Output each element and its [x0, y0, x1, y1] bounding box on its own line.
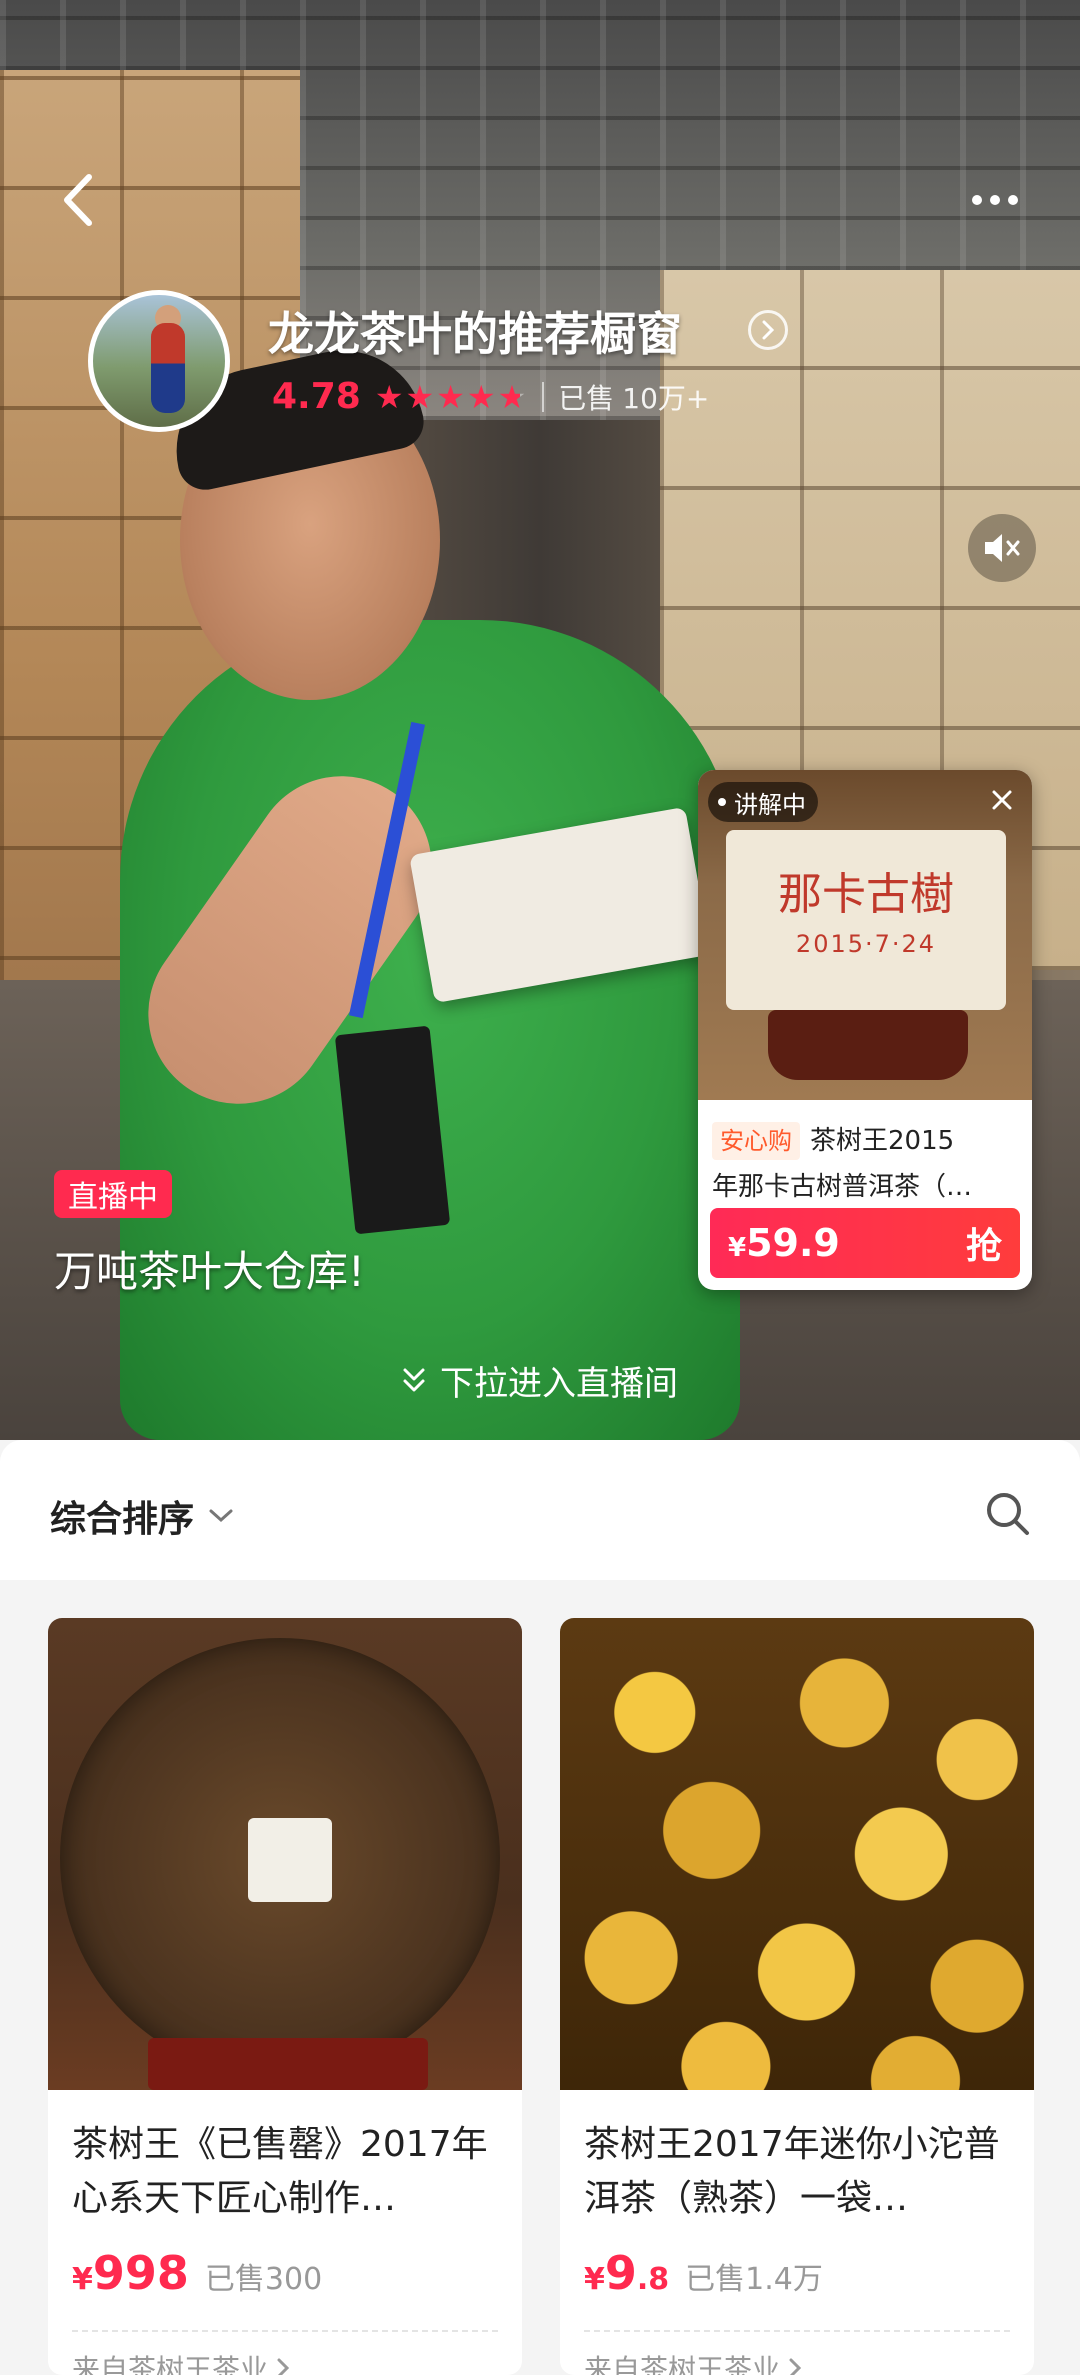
sort-label: 综合排序 [50, 1499, 195, 1540]
price-integer: 9 [604, 2246, 637, 2300]
sold-label: 已售 [558, 381, 615, 415]
buy-button[interactable]: ¥59.9 抢 [710, 1208, 1020, 1278]
explaining-label: 讲解中 [734, 790, 806, 819]
more-dots-icon [972, 195, 982, 205]
chevron-right-icon [762, 320, 775, 340]
title-line-1: 茶树王2015 [810, 1126, 955, 1156]
sold-count: 已售1.4万 [685, 2262, 823, 2297]
explaining-status: 讲解中 [708, 782, 818, 822]
close-icon [992, 790, 1012, 810]
star-icon: ★ [374, 377, 404, 416]
star-icon: ★ [405, 377, 435, 416]
featured-product-card[interactable]: 那卡古樹 2015·7·24 讲解中 安心购 茶树王2015 年那卡古树普洱茶（…… [698, 770, 1032, 1290]
back-button[interactable] [48, 160, 108, 240]
sold-value: 10万+ [622, 381, 710, 415]
shop-header[interactable]: 龙龙茶叶的推荐橱窗 4.78 ★ ★ ★ ★ ★ 已售 10万+ [88, 290, 788, 440]
more-button[interactable] [950, 180, 1040, 220]
display-stand [148, 2038, 428, 2090]
tea-brick-image: 那卡古樹 2015·7·24 [726, 830, 1006, 1010]
featured-product-title[interactable]: 安心购 茶树王2015 年那卡古树普洱茶（… [712, 1118, 1018, 1210]
price-row: ¥ 9 .8 已售1.4万 [584, 2246, 823, 2300]
streamer-figure [113, 620, 740, 1440]
title-line-2: 年那卡古树普洱茶（… [712, 1172, 973, 1202]
divider [542, 381, 545, 412]
live-preview[interactable]: 龙龙茶叶的推荐橱窗 4.78 ★ ★ ★ ★ ★ 已售 10万+ 直播中 万吨茶… [0, 0, 1080, 1440]
price-integer: 998 [92, 2246, 189, 2300]
tea-cake [60, 1638, 500, 2078]
star-icon: ★ [466, 377, 496, 416]
shop-arrow-icon[interactable] [748, 310, 788, 350]
brick-date: 2015·7·24 [795, 930, 937, 958]
divider [584, 2330, 1010, 2332]
star-icon: ★ [436, 377, 465, 416]
live-badge: 直播中 [54, 1170, 172, 1218]
sort-bar: 综合排序 [0, 1440, 1080, 1580]
double-chevron-down-icon [403, 1368, 425, 1391]
divider [72, 2330, 498, 2332]
search-icon [987, 1493, 1029, 1535]
brick-label: 那卡古樹 [778, 869, 954, 920]
avatar[interactable] [88, 290, 230, 432]
pull-to-enter-hint[interactable]: 下拉进入直播间 [0, 1356, 1080, 1405]
rating-stars: ★ ★ ★ ★ ★ [375, 381, 526, 413]
tea-cake-label [248, 1818, 332, 1902]
featured-price: 59.9 [746, 1221, 840, 1265]
more-dots-icon [1008, 195, 1018, 205]
shop-name[interactable]: 龙龙茶叶的推荐橱窗 [268, 298, 682, 364]
product-image[interactable] [560, 1618, 1034, 2090]
price-row: ¥ 998 已售300 [72, 2246, 322, 2300]
grab-label: 抢 [965, 1226, 1002, 1267]
price-decimal: .8 [636, 2262, 670, 2297]
product-title[interactable]: 茶树王2017年迷你小沱普洱茶（熟茶）一袋… [584, 2118, 1014, 2226]
more-dots-icon [990, 195, 1000, 205]
status-dot-icon [718, 798, 726, 806]
price-symbol: ¥ [728, 1233, 747, 1263]
rating-score: 4.78 [272, 376, 361, 417]
star-half-icon: ★ [497, 377, 527, 416]
mute-button[interactable] [968, 514, 1036, 582]
live-title: 万吨茶叶大仓库! [54, 1247, 365, 1296]
product-card[interactable]: 茶树王2017年迷你小沱普洱茶（熟茶）一袋… ¥ 9 .8 已售1.4万 来自茶… [560, 1618, 1034, 2375]
source-label: 来自茶树王茶业 [72, 2353, 269, 2375]
sort-dropdown[interactable]: 综合排序 [50, 1490, 234, 1542]
close-button[interactable] [982, 780, 1022, 820]
product-card[interactable]: 茶树王《已售罄》2017年心系天下匠心制作… ¥ 998 已售300 来自茶树王… [48, 1618, 522, 2375]
pull-hint-label: 下拉进入直播间 [440, 1364, 678, 1404]
shop-source-link[interactable]: 来自茶树王茶业 [584, 2348, 802, 2375]
avatar-figure [151, 323, 185, 413]
price-symbol: ¥ [584, 2262, 605, 2297]
rating-row: 4.78 ★ ★ ★ ★ ★ 已售 10万+ [272, 376, 709, 417]
display-stand [768, 1010, 968, 1080]
chevron-right-icon [789, 2358, 802, 2375]
product-image[interactable] [48, 1618, 522, 2090]
chevron-down-icon [209, 1509, 233, 1523]
shop-source-link[interactable]: 来自茶树王茶业 [72, 2348, 290, 2375]
chevron-right-icon [277, 2358, 290, 2375]
product-title[interactable]: 茶树王《已售罄》2017年心系天下匠心制作… [72, 2118, 502, 2226]
speaker-mute-icon [985, 534, 1020, 562]
anxin-tag: 安心购 [712, 1122, 800, 1160]
sold-count: 已售300 [204, 2262, 323, 2297]
price-symbol: ¥ [72, 2262, 93, 2297]
search-button[interactable] [980, 1486, 1036, 1542]
source-label: 来自茶树王茶业 [584, 2353, 781, 2375]
chevron-left-icon [64, 174, 92, 226]
